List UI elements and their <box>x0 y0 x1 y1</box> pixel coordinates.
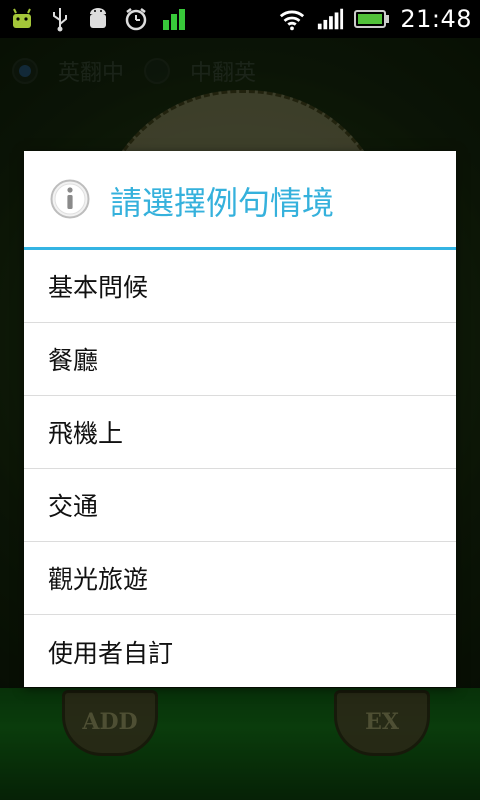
cell-signal-icon <box>316 5 344 33</box>
option-basic-greetings[interactable]: 基本問候 <box>24 250 456 323</box>
status-bar: 21:48 <box>0 0 480 38</box>
dialog-title: 請選擇例句情境 <box>110 184 335 222</box>
dialog-header: 請選擇例句情境 <box>24 151 456 247</box>
signal-bars-app-icon <box>160 5 188 33</box>
notification-icons <box>8 5 188 33</box>
clock: 21:48 <box>400 5 472 33</box>
android-icon <box>84 5 112 33</box>
option-restaurant[interactable]: 餐廳 <box>24 323 456 396</box>
system-icons: 21:48 <box>278 5 472 33</box>
battery-icon <box>354 5 390 33</box>
option-on-airplane[interactable]: 飛機上 <box>24 396 456 469</box>
option-user-defined[interactable]: 使用者自訂 <box>24 615 456 688</box>
usb-icon <box>46 5 74 33</box>
alarm-icon <box>122 5 150 33</box>
scenario-picker-dialog: 請選擇例句情境 基本問候 餐廳 飛機上 交通 觀光旅遊 使用者自訂 <box>24 151 456 687</box>
wifi-icon <box>278 5 306 33</box>
option-sightseeing[interactable]: 觀光旅遊 <box>24 542 456 615</box>
info-icon <box>50 179 90 219</box>
android-debug-icon <box>8 5 36 33</box>
option-transportation[interactable]: 交通 <box>24 469 456 542</box>
